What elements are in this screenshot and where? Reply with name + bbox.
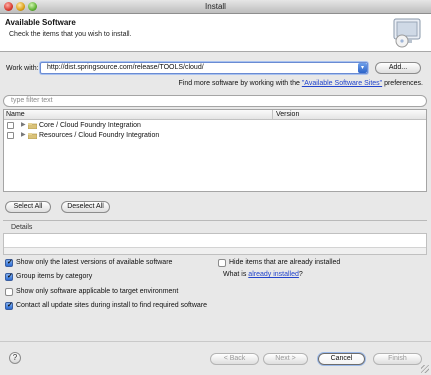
checkmark-icon: ✓ [7, 302, 13, 309]
tree-header: Name Version [4, 110, 426, 120]
work-with-combo[interactable]: http://dist.springsource.com/release/TOO… [40, 62, 368, 74]
page-title: Available Software [5, 18, 76, 27]
install-wizard-icon [393, 18, 421, 48]
add-site-button[interactable]: Add... [375, 62, 421, 74]
finish-button[interactable]: Finish [373, 353, 422, 365]
select-all-button[interactable]: Select All [5, 201, 51, 213]
help-button[interactable]: ? [9, 352, 21, 364]
filter-placeholder: type filter text [11, 97, 53, 104]
column-header-name[interactable]: Name [6, 111, 25, 118]
column-header-version[interactable]: Version [276, 111, 299, 118]
checkmark-icon: ✓ [7, 259, 13, 266]
latest-versions-label: Show only the latest versions of availab… [16, 259, 173, 266]
row-label: Core / Cloud Foundry Integration [39, 122, 141, 129]
expand-arrow-icon[interactable]: ▶ [21, 121, 26, 128]
group-by-category-checkbox[interactable]: ✓ [5, 273, 13, 281]
window-title: Install [205, 2, 226, 11]
checkmark-icon: ✓ [7, 273, 13, 280]
latest-versions-checkbox[interactable]: ✓ [5, 259, 13, 267]
find-more-prefix: Find more software by working with the [178, 80, 302, 87]
details-label: Details [11, 224, 33, 231]
what-is-prefix: What is [223, 271, 249, 278]
already-installed-link[interactable]: already installed [248, 271, 299, 278]
tree-row[interactable]: ▶ Resources / Cloud Foundry Integration [4, 131, 426, 141]
find-more-text: Find more software by working with the "… [178, 80, 423, 87]
find-more-suffix: preferences. [382, 80, 423, 87]
row-checkbox[interactable] [7, 132, 14, 139]
filter-input[interactable]: type filter text [3, 95, 427, 107]
dropdown-arrow-icon[interactable]: ▾ [358, 63, 367, 73]
page-subtitle: Check the items that you wish to install… [9, 31, 132, 38]
details-separator [3, 220, 427, 221]
back-button[interactable]: < Back [210, 353, 259, 365]
column-divider[interactable] [272, 110, 273, 120]
window-titlebar: Install [0, 0, 431, 14]
applicable-only-label: Show only software applicable to target … [16, 288, 179, 295]
hide-installed-label: Hide items that are already installed [229, 259, 341, 266]
tree-row[interactable]: ▶ Core / Cloud Foundry Integration [4, 121, 426, 131]
group-by-category-label: Group items by category [16, 273, 93, 280]
what-is-installed-text: What is already installed? [223, 271, 303, 278]
cancel-button[interactable]: Cancel [318, 353, 365, 365]
next-button[interactable]: Next > [263, 353, 308, 365]
available-sites-link[interactable]: "Available Software Sites" [302, 80, 382, 87]
category-folder-icon [28, 123, 37, 129]
expand-arrow-icon[interactable]: ▶ [21, 131, 26, 138]
contact-sites-checkbox[interactable]: ✓ [5, 302, 13, 310]
wizard-header: Available Software Check the items that … [0, 14, 431, 52]
details-text-area[interactable] [3, 233, 427, 255]
work-with-value: http://dist.springsource.com/release/TOO… [47, 64, 204, 71]
row-checkbox[interactable] [7, 122, 14, 129]
category-folder-icon [28, 133, 37, 139]
hide-installed-checkbox[interactable] [218, 259, 226, 267]
applicable-only-checkbox[interactable] [5, 288, 13, 296]
software-tree[interactable]: Name Version ▶ Core / Cloud Foundry Inte… [3, 109, 427, 192]
resize-grip-icon[interactable] [421, 365, 429, 373]
footer-separator [0, 341, 431, 342]
row-label: Resources / Cloud Foundry Integration [39, 132, 160, 139]
contact-sites-label: Contact all update sites during install … [16, 302, 208, 309]
work-with-label: Work with: [6, 65, 39, 72]
details-scrollbar[interactable] [4, 247, 426, 254]
what-is-suffix: ? [298, 271, 303, 278]
deselect-all-button[interactable]: Deselect All [61, 201, 110, 213]
